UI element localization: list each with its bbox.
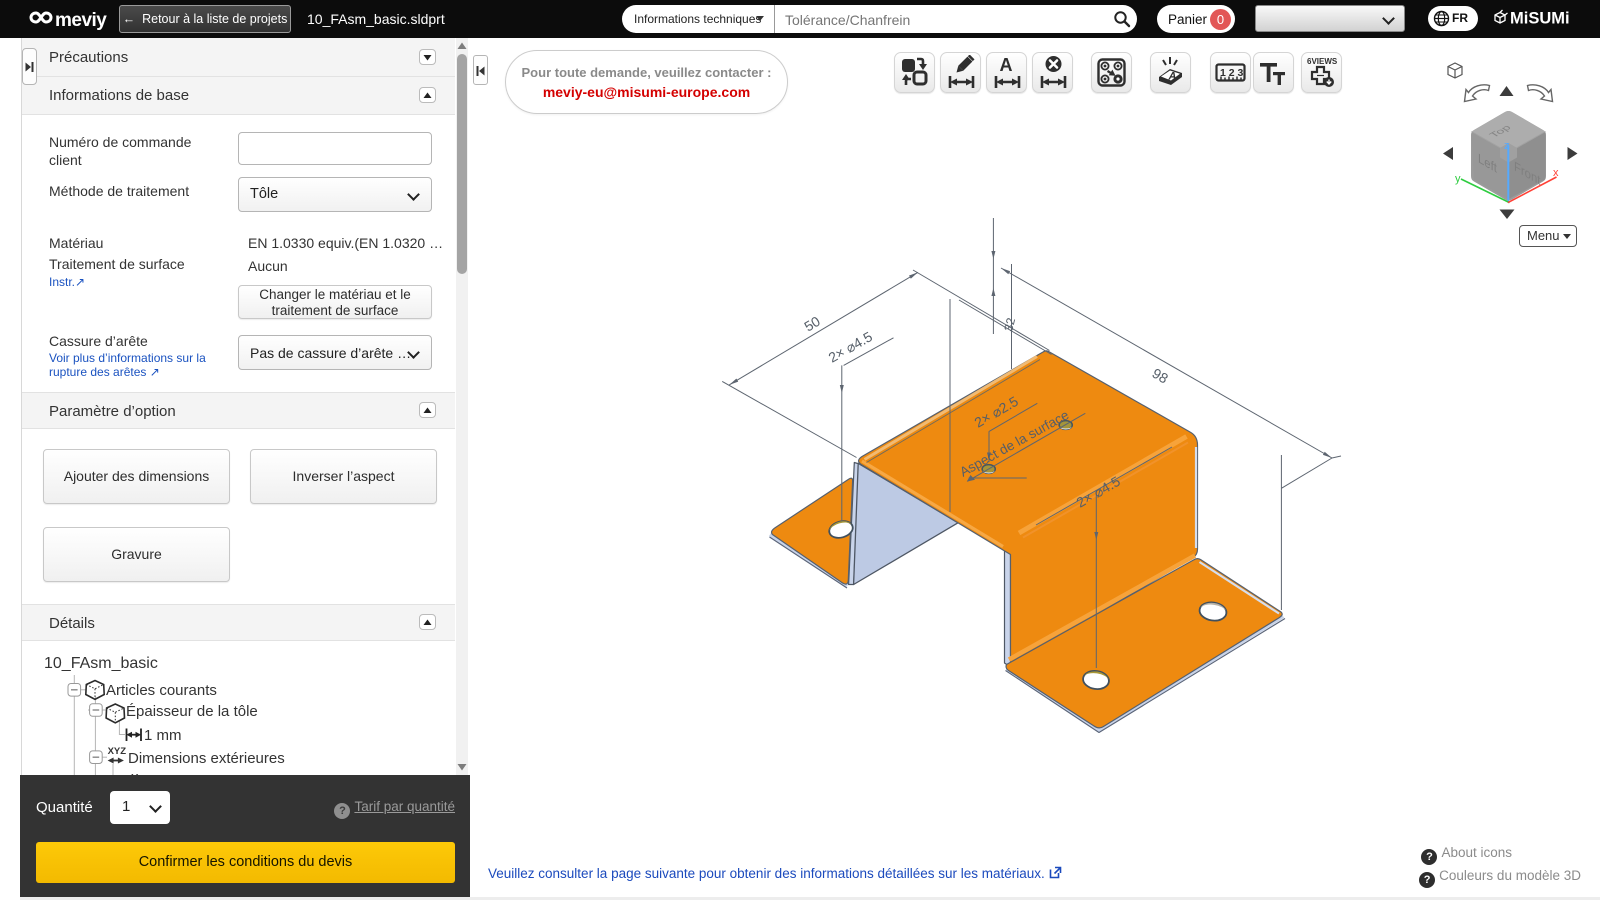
svg-text:meviy: meviy [55,10,107,31]
svg-text:2× ⌀4.5: 2× ⌀4.5 [826,328,876,366]
svg-text:XYZ: XYZ [108,746,127,757]
svg-text:MiSUMi: MiSUMi [1510,10,1570,28]
svg-text:x: x [1553,167,1559,179]
svg-text:y: y [1455,173,1461,185]
svg-text:z: z [1504,140,1510,152]
svg-text:98: 98 [1149,365,1171,387]
